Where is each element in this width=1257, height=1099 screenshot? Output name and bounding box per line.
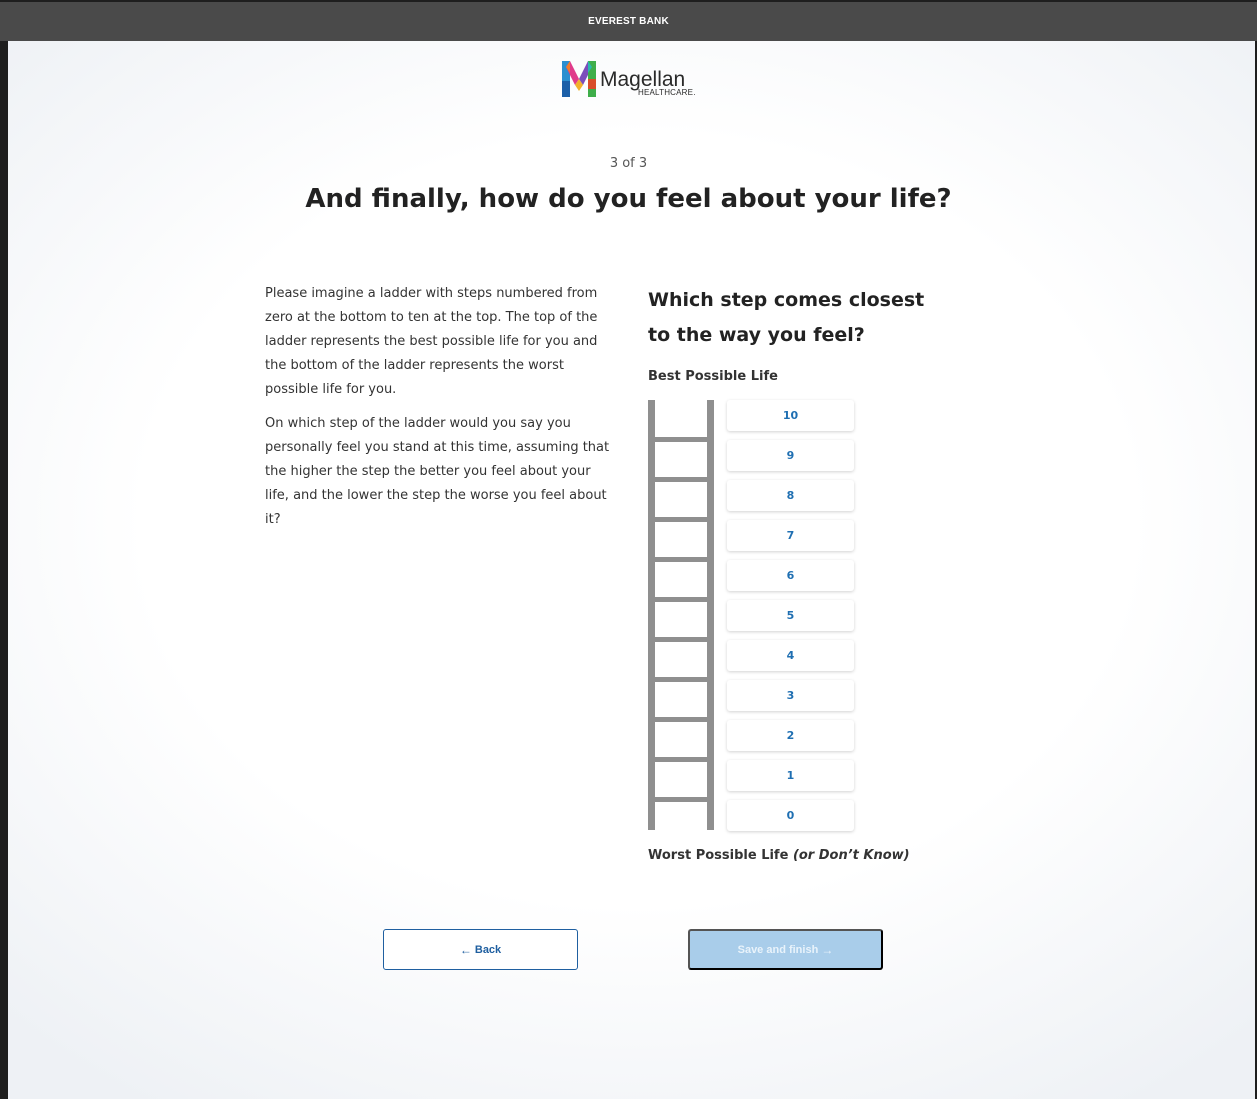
ladder-step-option[interactable]: 5 <box>727 600 854 631</box>
ladder-rung <box>648 437 714 442</box>
back-button-label: Back <box>474 943 502 956</box>
instructions-paragraph-2: On which step of the ladder would you sa… <box>265 416 610 527</box>
ladder-step-option[interactable]: 3 <box>727 680 854 711</box>
progress-indicator: 3 of 3 <box>609 156 648 171</box>
magellan-logo: Magellan HEALTHCARE. <box>562 60 695 98</box>
ladder-step-option[interactable]: 10 <box>727 400 854 431</box>
instructions: Please imagine a ladder with steps numbe… <box>265 282 610 542</box>
arrow-left-icon: ← <box>459 942 472 957</box>
ladder-step-option[interactable]: 6 <box>727 560 854 591</box>
ladder-graphic <box>648 400 714 830</box>
ladder-rung <box>648 717 714 722</box>
ladder-rung <box>648 637 714 642</box>
ladder-step-option[interactable]: 7 <box>727 520 854 551</box>
ladder-rail-left <box>648 400 655 830</box>
question-heading: Which step comes closest to the way you … <box>648 289 925 346</box>
ladder-rail-right <box>707 400 714 830</box>
ladder-step-option[interactable]: 0 <box>727 800 854 831</box>
ladder-rung <box>648 557 714 562</box>
dont-know-note: (or Don’t Know) <box>792 848 910 863</box>
ladder-step-option[interactable]: 2 <box>727 720 854 751</box>
worst-life-label: Worst Possible Life (or Don’t Know) <box>648 848 910 863</box>
ladder-rung <box>648 677 714 682</box>
back-button[interactable]: ← Back <box>383 929 578 970</box>
instructions-paragraph-1: Please imagine a ladder with steps numbe… <box>265 286 598 397</box>
best-life-label: Best Possible Life <box>648 369 778 384</box>
ladder-rung <box>648 597 714 602</box>
ladder-rung <box>648 757 714 762</box>
ladder-step-option[interactable]: 1 <box>727 760 854 791</box>
top-bar: EVEREST BANK <box>0 0 1257 41</box>
ladder-step-option[interactable]: 9 <box>727 440 854 471</box>
logo-subtitle: HEALTHCARE. <box>638 87 696 97</box>
save-button-label: Save and finish <box>737 943 819 956</box>
ladder-step-option[interactable]: 8 <box>727 480 854 511</box>
worst-life-text: Worst Possible Life <box>648 848 789 863</box>
ladder-rung <box>648 517 714 522</box>
ladder-rung <box>648 797 714 802</box>
page-title: And finally, how do you feel about your … <box>305 184 952 214</box>
ladder-step-option[interactable]: 4 <box>727 640 854 671</box>
bank-name: EVEREST BANK <box>588 16 669 27</box>
ladder-rung <box>648 477 714 482</box>
magellan-m-icon <box>562 61 596 97</box>
arrow-right-icon: → <box>821 942 834 957</box>
save-and-finish-button[interactable]: Save and finish → <box>688 929 883 970</box>
